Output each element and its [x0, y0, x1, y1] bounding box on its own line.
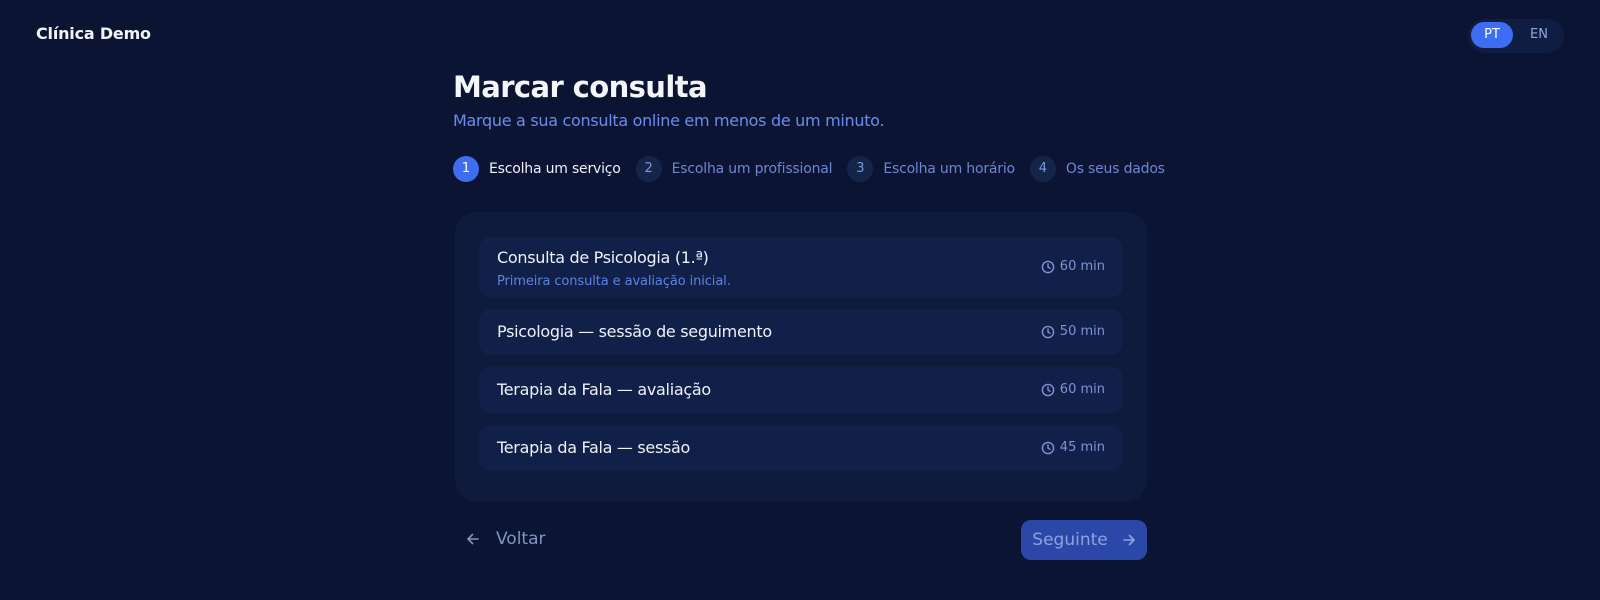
lang-en-button[interactable]: EN: [1518, 22, 1560, 48]
next-button-label: Seguinte: [1032, 530, 1108, 550]
brand-name: Clínica Demo: [36, 24, 151, 43]
clock-icon: [1041, 383, 1055, 396]
next-button[interactable]: Seguinte: [1021, 520, 1147, 560]
step-1: 1 Escolha um serviço: [453, 155, 621, 182]
service-name: Terapia da Fala — avaliação: [497, 380, 711, 399]
service-option-psicologia-primeira[interactable]: Consulta de Psicologia (1.ª) Primeira co…: [479, 237, 1123, 297]
service-duration: 50 min: [1041, 324, 1105, 339]
page-subtitle: Marque a sua consulta online em menos de…: [453, 111, 885, 130]
service-name: Terapia da Fala — sessão: [497, 438, 691, 457]
step-4: 4 Os seus dados: [1029, 155, 1165, 182]
step-number: 4: [1029, 155, 1056, 182]
back-button-label: Voltar: [496, 529, 546, 549]
back-button[interactable]: Voltar: [466, 529, 546, 549]
service-duration: 60 min: [1041, 259, 1105, 274]
page-title: Marcar consulta: [453, 70, 708, 104]
step-label: Os seus dados: [1065, 160, 1165, 177]
clock-icon: [1041, 441, 1055, 454]
language-switcher: PT EN: [1468, 19, 1564, 53]
step-label: Escolha um profissional: [671, 160, 833, 177]
clock-icon: [1041, 260, 1055, 273]
service-duration: 60 min: [1041, 382, 1105, 397]
service-duration-label: 50 min: [1059, 324, 1105, 339]
service-description: Primeira consulta e avaliação inicial.: [497, 274, 731, 289]
step-3: 3 Escolha um horário: [847, 155, 1015, 182]
service-duration-label: 60 min: [1059, 259, 1105, 274]
service-list: Consulta de Psicologia (1.ª) Primeira co…: [455, 212, 1147, 502]
arrow-right-icon: [1122, 534, 1135, 546]
service-option-terapia-sessao[interactable]: Terapia da Fala — sessão 45 min: [479, 425, 1123, 471]
service-name: Psicologia — sessão de seguimento: [497, 322, 772, 341]
step-number: 2: [635, 155, 662, 182]
service-name: Consulta de Psicologia (1.ª): [497, 248, 709, 267]
service-option-psicologia-seguimento[interactable]: Psicologia — sessão de seguimento 50 min: [479, 309, 1123, 355]
service-duration-label: 45 min: [1059, 440, 1105, 455]
step-label: Escolha um horário: [883, 160, 1015, 177]
service-option-terapia-avaliacao[interactable]: Terapia da Fala — avaliação 60 min: [479, 367, 1123, 413]
service-duration-label: 60 min: [1059, 382, 1105, 397]
step-number: 1: [453, 155, 479, 182]
stepper: 1 Escolha um serviço 2 Escolha um profis…: [453, 155, 1180, 182]
step-2: 2 Escolha um profissional: [635, 155, 833, 182]
step-number: 3: [847, 155, 874, 182]
lang-pt-button[interactable]: PT: [1471, 22, 1513, 48]
step-label: Escolha um serviço: [489, 160, 621, 177]
arrow-left-icon: [467, 533, 479, 545]
service-duration: 45 min: [1041, 440, 1105, 455]
clock-icon: [1041, 325, 1055, 338]
